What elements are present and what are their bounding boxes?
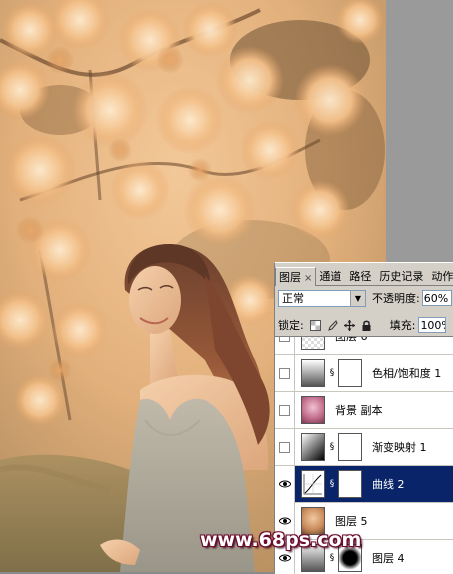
gradient-icon <box>301 433 325 461</box>
layer-mask-thumbnail[interactable] <box>338 433 362 461</box>
visibility-box <box>279 368 290 379</box>
link-icon: § <box>328 442 336 452</box>
curves-icon <box>301 470 325 498</box>
link-icon: § <box>328 368 336 378</box>
close-icon[interactable]: × <box>304 273 312 284</box>
visibility-toggle[interactable] <box>275 429 295 466</box>
visibility-toggle[interactable] <box>275 392 295 429</box>
visibility-toggle[interactable] <box>275 336 295 355</box>
layer-name: 曲线 2 <box>372 476 405 492</box>
panel-tabs: 图层× 通道 路径 历史记录 动作 <box>275 267 453 286</box>
layer-mask-thumbnail[interactable] <box>338 470 362 498</box>
layer-mask-thumbnail[interactable] <box>338 359 362 387</box>
visibility-toggle[interactable] <box>275 466 295 503</box>
tab-actions[interactable]: 动作 <box>428 267 453 285</box>
layers-panel: 图层× 通道 路径 历史记录 动作 正常 ▼ 不透明度: 60% 锁定: 填充:… <box>274 262 453 572</box>
site-watermark: www.68ps.com <box>200 529 360 553</box>
photo-thumbnail <box>301 396 325 424</box>
eye-icon <box>279 552 291 565</box>
blend-mode-select[interactable]: 正常 ▼ <box>278 290 366 307</box>
layer-name: 背景 副本 <box>335 402 383 418</box>
layer-name: 图层 5 <box>335 513 368 529</box>
lock-icon[interactable] <box>361 320 372 331</box>
hue-adjust-icon <box>301 359 325 387</box>
eye-icon <box>279 478 291 491</box>
layer-row-selected[interactable]: § 曲线 2 <box>275 466 453 503</box>
opacity-label: 不透明度: <box>372 290 420 306</box>
chevron-down-icon[interactable]: ▼ <box>350 291 365 306</box>
layer-name: 色相/饱和度 1 <box>372 365 441 381</box>
fill-label: 填充: <box>390 317 416 333</box>
brush-icon[interactable] <box>327 320 338 331</box>
layer-thumbnail <box>301 336 325 350</box>
tab-channels[interactable]: 通道 <box>316 267 344 285</box>
link-icon: § <box>328 553 336 563</box>
layer-name: 渐变映射 1 <box>372 439 427 455</box>
layer-name: 图层 4 <box>372 550 405 566</box>
lock-transparency-icon[interactable] <box>310 320 321 331</box>
lock-row: 锁定: 填充: 100% <box>278 315 453 335</box>
blend-row: 正常 ▼ 不透明度: 60% <box>278 288 453 308</box>
visibility-box <box>279 405 290 416</box>
move-icon[interactable] <box>344 320 355 331</box>
blend-mode-value: 正常 <box>282 290 304 306</box>
layer-row[interactable]: 背景 副本 <box>275 392 453 429</box>
tab-paths[interactable]: 路径 <box>346 267 374 285</box>
link-icon: § <box>328 479 336 489</box>
visibility-box <box>279 336 290 342</box>
layer-name: 图层 6 <box>335 336 368 344</box>
visibility-box <box>279 442 290 453</box>
fill-input[interactable]: 100% <box>418 317 446 333</box>
layer-row[interactable]: 图层 6 <box>275 336 453 355</box>
layer-row[interactable]: § 渐变映射 1 <box>275 429 453 466</box>
tab-history[interactable]: 历史记录 <box>376 267 426 285</box>
tab-layers[interactable]: 图层× <box>275 267 316 286</box>
lock-label: 锁定: <box>278 317 304 333</box>
opacity-input[interactable]: 60% <box>422 290 452 306</box>
layer-row[interactable]: § 色相/饱和度 1 <box>275 355 453 392</box>
visibility-toggle[interactable] <box>275 355 295 392</box>
eye-icon <box>279 515 291 528</box>
